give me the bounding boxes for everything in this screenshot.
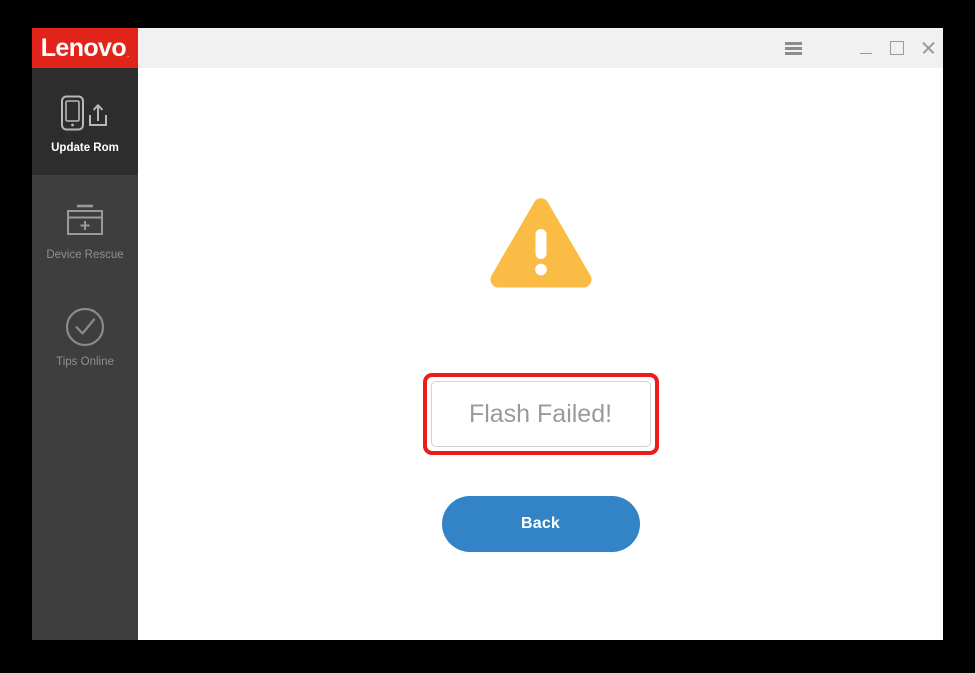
flash-status-panel: Flash Failed! Back — [138, 68, 943, 640]
lenovo-trademark-mark: . — [127, 50, 130, 59]
hamburger-icon — [784, 41, 802, 55]
status-message-box: Flash Failed! — [430, 381, 651, 447]
sidebar-item-update-rom[interactable]: Update Rom — [32, 68, 138, 175]
sidebar-item-label: Update Rom — [51, 141, 119, 154]
application-window: Lenovo . Update Rom Device Rescue Tips O… — [32, 28, 943, 640]
phone-upload-icon — [59, 90, 111, 136]
main-content: Flash Failed! Back — [138, 68, 943, 640]
status-message-text: Flash Failed! — [468, 399, 613, 428]
toolbox-plus-icon — [64, 197, 106, 243]
minimize-button[interactable] — [850, 28, 881, 68]
sidebar-item-label: Tips Online — [56, 355, 114, 368]
maximize-icon — [889, 41, 904, 55]
check-circle-icon — [63, 304, 107, 350]
sidebar: Update Rom Device Rescue Tips Online — [32, 68, 138, 640]
close-icon — [921, 41, 935, 55]
close-button[interactable] — [912, 28, 943, 68]
sidebar-item-device-rescue[interactable]: Device Rescue — [32, 175, 138, 282]
sidebar-item-tips-online[interactable]: Tips Online — [32, 282, 138, 389]
back-button[interactable]: Back — [441, 496, 640, 552]
sidebar-item-label: Device Rescue — [46, 248, 124, 261]
flash-failed-annotation: Flash Failed! — [422, 373, 659, 455]
maximize-button[interactable] — [881, 28, 912, 68]
title-bar-spacer — [138, 28, 778, 68]
hamburger-menu-button[interactable] — [778, 28, 808, 68]
screenshot-root: Lenovo . Update Rom Device Rescue Tips O… — [0, 0, 975, 673]
lenovo-logo-text: Lenovo — [40, 33, 127, 62]
warning-triangle-icon — [489, 196, 593, 296]
minimize-icon — [859, 52, 872, 54]
title-bar: Lenovo . — [32, 28, 943, 68]
lenovo-logo: Lenovo . — [32, 28, 138, 68]
